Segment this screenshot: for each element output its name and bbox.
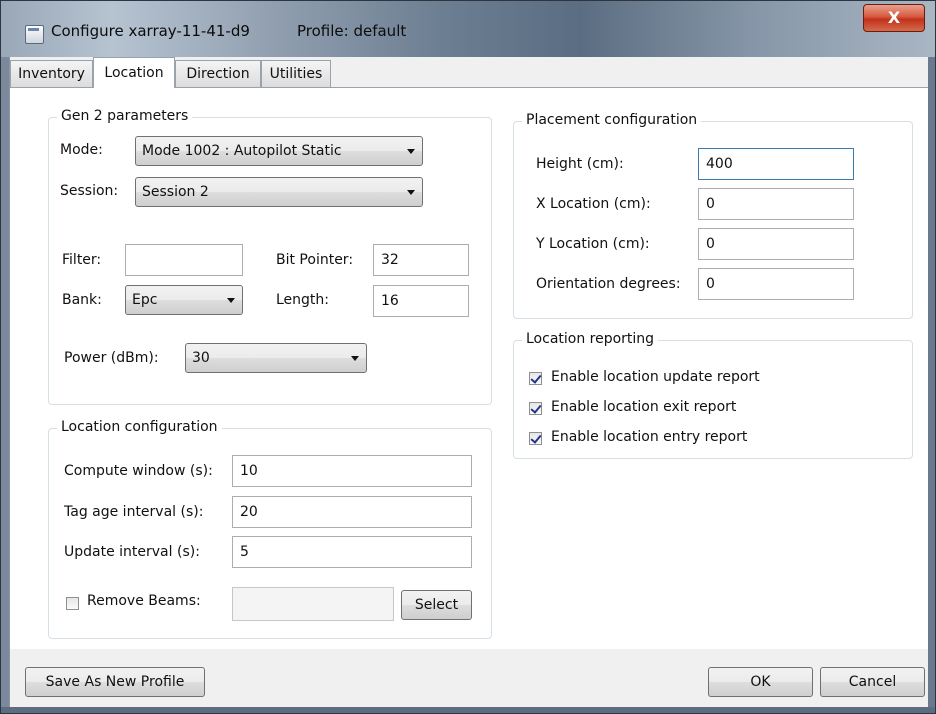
placement-configuration-group: Placement configuration Height (cm): 400…	[513, 112, 913, 319]
gen2-parameters-legend: Gen 2 parameters	[57, 108, 193, 124]
filter-input[interactable]	[125, 244, 243, 276]
location-exit-report-label[interactable]: Enable location exit report	[551, 399, 736, 415]
location-reporting-group: Location reporting Enable location updat…	[513, 331, 913, 459]
window-title: Configure xarray-11-41-d9	[51, 22, 250, 40]
length-label: Length:	[276, 292, 330, 308]
location-entry-report-label[interactable]: Enable location entry report	[551, 429, 747, 445]
x-location-input[interactable]: 0	[698, 188, 854, 220]
session-select-value: Session 2	[142, 184, 209, 200]
dialog-footer: Save As New Profile OK Cancel	[10, 649, 928, 707]
location-update-report-label[interactable]: Enable location update report	[551, 369, 760, 385]
tab-utilities[interactable]: Utilities	[261, 60, 331, 87]
length-input[interactable]: 16	[373, 285, 469, 317]
location-reporting-legend: Location reporting	[522, 331, 659, 347]
save-as-new-profile-button[interactable]: Save As New Profile	[25, 667, 205, 697]
chevron-down-icon	[407, 190, 415, 195]
location-exit-report-checkbox[interactable]	[529, 402, 542, 415]
tab-panel-location: Gen 2 parameters Mode: Mode 1002 : Autop…	[10, 87, 928, 649]
compute-window-label: Compute window (s):	[64, 463, 213, 479]
orientation-degrees-input[interactable]: 0	[698, 268, 854, 300]
window-app-icon	[25, 25, 44, 44]
close-button[interactable]: X	[863, 4, 925, 32]
mode-select-value: Mode 1002 : Autopilot Static	[142, 143, 342, 159]
bit-pointer-label: Bit Pointer:	[276, 252, 354, 268]
bank-select[interactable]: Epc	[125, 285, 243, 315]
window-profile-label: Profile: default	[297, 22, 407, 40]
window-border-left	[1, 57, 9, 707]
ok-button[interactable]: OK	[708, 667, 813, 697]
chevron-down-icon	[407, 149, 415, 154]
remove-beams-checkbox[interactable]	[66, 597, 79, 610]
power-label: Power (dBm):	[64, 350, 159, 366]
tab-inventory[interactable]: Inventory	[10, 60, 93, 87]
cancel-button[interactable]: Cancel	[820, 667, 925, 697]
update-interval-input[interactable]: 5	[232, 536, 472, 568]
power-select[interactable]: 30	[185, 343, 367, 373]
chevron-down-icon	[227, 298, 235, 303]
title-bar[interactable]: Configure xarray-11-41-d9 Profile: defau…	[1, 1, 935, 57]
remove-beams-input	[232, 587, 394, 621]
mode-label: Mode:	[60, 142, 103, 158]
location-entry-report-checkbox[interactable]	[529, 432, 542, 445]
remove-beams-label: Remove Beams:	[87, 593, 201, 609]
y-location-input[interactable]: 0	[698, 228, 854, 260]
filter-label: Filter:	[62, 252, 102, 268]
tag-age-interval-label: Tag age interval (s):	[64, 504, 204, 520]
height-input[interactable]: 400	[698, 148, 854, 180]
dialog-client-area: Inventory Location Direction Utilities G…	[9, 57, 928, 707]
bank-label: Bank:	[62, 292, 102, 308]
bit-pointer-input[interactable]: 32	[373, 244, 469, 276]
compute-window-input[interactable]: 10	[232, 455, 472, 487]
location-update-report-checkbox[interactable]	[529, 372, 542, 385]
y-location-label: Y Location (cm):	[536, 236, 650, 252]
location-configuration-legend: Location configuration	[57, 419, 222, 435]
x-location-label: X Location (cm):	[536, 196, 651, 212]
update-interval-label: Update interval (s):	[64, 544, 200, 560]
location-configuration-group: Location configuration Compute window (s…	[48, 419, 492, 639]
bank-select-value: Epc	[132, 292, 158, 308]
window-border-right	[927, 57, 935, 707]
chevron-down-icon	[351, 356, 359, 361]
tag-age-interval-input[interactable]: 20	[232, 496, 472, 528]
select-beams-button[interactable]: Select	[401, 590, 472, 620]
placement-configuration-legend: Placement configuration	[522, 112, 702, 128]
close-icon: X	[887, 8, 901, 27]
gen2-parameters-group: Gen 2 parameters Mode: Mode 1002 : Autop…	[48, 108, 492, 405]
session-select[interactable]: Session 2	[135, 177, 423, 207]
mode-select[interactable]: Mode 1002 : Autopilot Static	[135, 136, 423, 166]
power-select-value: 30	[192, 350, 210, 366]
tab-location[interactable]: Location	[93, 57, 175, 88]
tab-direction[interactable]: Direction	[175, 60, 261, 87]
session-label: Session:	[60, 183, 119, 199]
window-border-bottom	[1, 707, 935, 713]
dialog-window: Configure xarray-11-41-d9 Profile: defau…	[0, 0, 936, 714]
height-label: Height (cm):	[536, 156, 624, 172]
orientation-degrees-label: Orientation degrees:	[536, 276, 681, 292]
